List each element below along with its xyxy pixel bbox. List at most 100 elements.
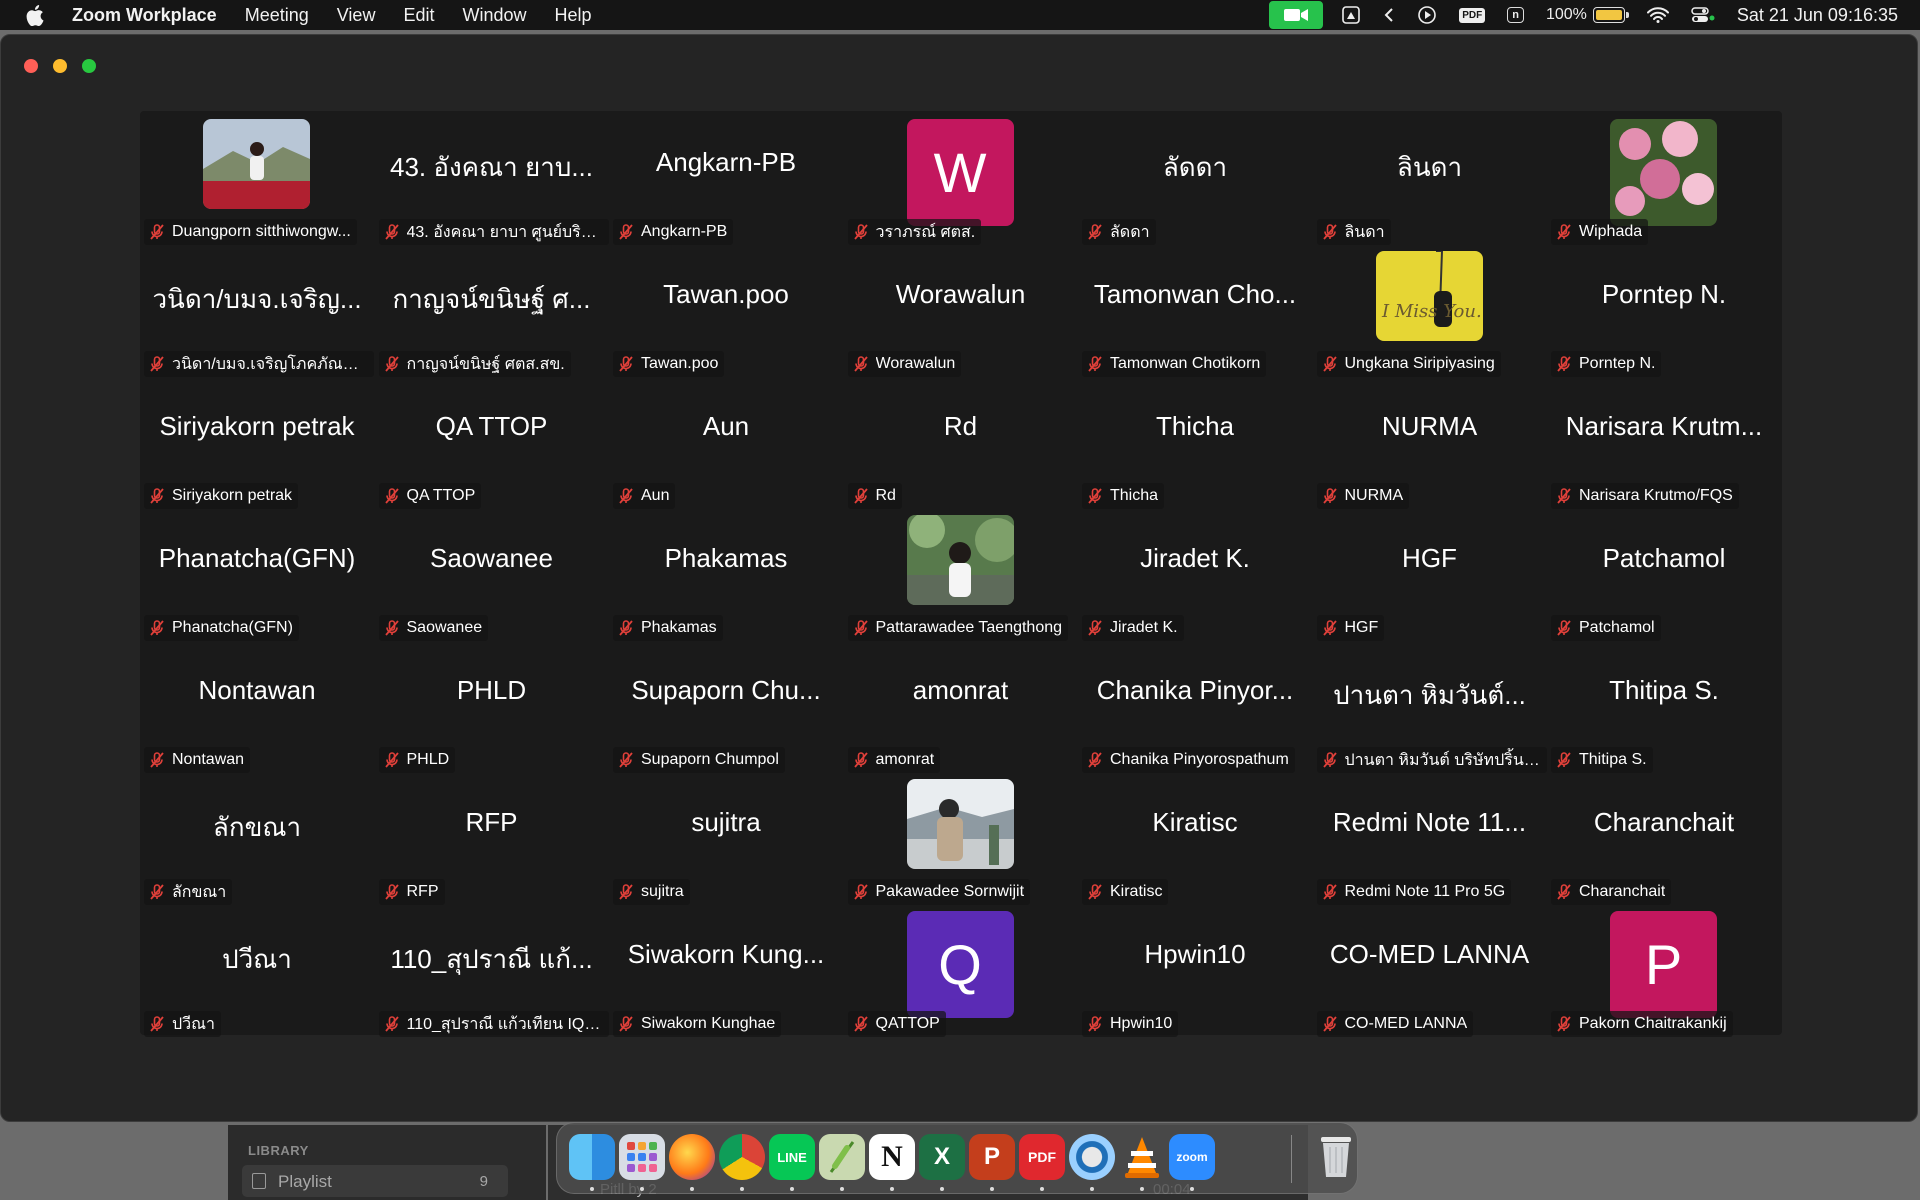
coppice-icon[interactable] xyxy=(819,1134,865,1180)
participant-tile[interactable]: ลัดดา ลัดดา xyxy=(1078,119,1312,251)
menu-help[interactable]: Help xyxy=(555,5,592,26)
participant-tile[interactable]: Siwakorn Kung... Siwakorn Kunghae xyxy=(609,911,843,1043)
participant-tile[interactable]: 110_สุปราณี แก้... 110_สุปราณี แก้วเทียน … xyxy=(375,911,609,1043)
minimize-window-button[interactable] xyxy=(53,59,67,73)
participant-name-label: Jiradet K. xyxy=(1082,615,1184,641)
participant-tile[interactable]: Tamonwan Cho... Tamonwan Chotikorn xyxy=(1078,251,1312,383)
firefox-icon[interactable] xyxy=(669,1134,715,1180)
participant-tile[interactable]: Phanatcha(GFN) Phanatcha(GFN) xyxy=(140,515,374,647)
menu-meeting[interactable]: Meeting xyxy=(245,5,309,26)
pdf-expert-icon[interactable]: PDF xyxy=(1019,1134,1065,1180)
participant-tile[interactable]: amonrat amonrat xyxy=(844,647,1078,779)
participant-tile[interactable]: sujitra sujitra xyxy=(609,779,843,911)
chrome-icon[interactable] xyxy=(719,1134,765,1180)
participant-tile[interactable]: Thitipa S. Thitipa S. xyxy=(1547,647,1781,779)
participant-name: ปานตา หิมวันต์ บริษัทปริ้นเ... xyxy=(1344,751,1541,769)
participant-name: CO-MED LANNA xyxy=(1344,1015,1468,1032)
participant-tile[interactable]: RFP RFP xyxy=(375,779,609,911)
vlc-icon[interactable] xyxy=(1119,1134,1165,1180)
menu-edit[interactable]: Edit xyxy=(403,5,434,26)
google-drive-icon[interactable] xyxy=(1341,0,1361,30)
playlist-item[interactable]: Playlist 9 xyxy=(242,1165,508,1197)
participant-tile[interactable]: CO-MED LANNA CO-MED LANNA xyxy=(1313,911,1547,1043)
participant-tile[interactable]: Worawalun Worawalun xyxy=(844,251,1078,383)
participant-tile[interactable]: Phakamas Phakamas xyxy=(609,515,843,647)
participant-tile[interactable]: QA TTOP QA TTOP xyxy=(375,383,609,515)
participant-tile[interactable]: Aun Aun xyxy=(609,383,843,515)
participant-tile[interactable]: Q QATTOP xyxy=(844,911,1078,1043)
participant-tile[interactable]: Hpwin10 Hpwin10 xyxy=(1078,911,1312,1043)
participant-tile[interactable]: Patchamol Patchamol xyxy=(1547,515,1781,647)
participant-name: Phakamas xyxy=(641,619,717,636)
participant-name-label: CO-MED LANNA xyxy=(1316,1011,1474,1037)
participant-tile[interactable]: Duangporn sitthiwongw... xyxy=(140,119,374,251)
participant-tile[interactable]: Jiradet K. Jiradet K. xyxy=(1078,515,1312,647)
participant-tile[interactable]: Charanchait Charanchait xyxy=(1547,779,1781,911)
participant-tile[interactable]: Kiratisc Kiratisc xyxy=(1078,779,1312,911)
menu-app-name[interactable]: Zoom Workplace xyxy=(72,5,217,26)
finder-icon[interactable] xyxy=(569,1134,615,1180)
zoom-icon[interactable]: zoom xyxy=(1169,1134,1215,1180)
trash-icon[interactable] xyxy=(1313,1134,1359,1180)
participant-tile[interactable]: ปวีณา ปวีณา xyxy=(140,911,374,1043)
n-icon[interactable]: n xyxy=(1507,0,1524,30)
participant-tile[interactable]: Supaporn Chu... Supaporn Chumpol xyxy=(609,647,843,779)
participant-tile[interactable]: Porntep N. Porntep N. xyxy=(1547,251,1781,383)
participant-name: Kiratisc xyxy=(1110,883,1163,900)
close-window-button[interactable] xyxy=(24,59,38,73)
participant-name-label: sujitra xyxy=(613,879,690,905)
muted-mic-icon xyxy=(1555,883,1573,901)
maximize-window-button[interactable] xyxy=(82,59,96,73)
pdf-expert-label: PDF xyxy=(1028,1149,1056,1165)
powerpoint-icon[interactable]: P xyxy=(969,1134,1015,1180)
participant-display-name: Narisara Krutm... xyxy=(1565,411,1763,441)
participant-tile[interactable]: Siriyakorn petrak Siriyakorn petrak xyxy=(140,383,374,515)
participant-tile[interactable]: ลักขณา ลักขณา xyxy=(140,779,374,911)
zoom-video-icon[interactable] xyxy=(1269,1,1324,29)
participant-name: Narisara Krutmo/FQS xyxy=(1579,487,1733,504)
participant-tile[interactable]: Tawan.poo Tawan.poo xyxy=(609,251,843,383)
apple-menu-icon[interactable] xyxy=(26,4,48,26)
quicktime-icon[interactable] xyxy=(1069,1134,1115,1180)
participant-name-label: Supaporn Chumpol xyxy=(613,747,785,773)
participant-tile[interactable]: NURMA NURMA xyxy=(1313,383,1547,515)
participant-tile[interactable]: Pattarawadee Taengthong xyxy=(844,515,1078,647)
participant-tile[interactable]: Pakawadee Sornwijit xyxy=(844,779,1078,911)
participant-tile[interactable]: Thicha Thicha xyxy=(1078,383,1312,515)
participant-tile[interactable]: 43. อังคณา ยาบ... 43. อังคณา ยาบา ศูนย์บร… xyxy=(375,119,609,251)
excel-icon[interactable]: X xyxy=(919,1134,965,1180)
battery-status[interactable]: 100% xyxy=(1546,0,1629,30)
participant-display-name: กาญจน์ขนิษฐ์ ศ... xyxy=(392,284,591,314)
participant-tile[interactable]: HGF HGF xyxy=(1313,515,1547,647)
participant-tile[interactable]: Narisara Krutm... Narisara Krutmo/FQS xyxy=(1547,383,1781,515)
menu-window[interactable]: Window xyxy=(462,5,526,26)
line-icon[interactable]: LINE xyxy=(769,1134,815,1180)
participant-tile[interactable]: Redmi Note 11... Redmi Note 11 Pro 5G xyxy=(1313,779,1547,911)
participant-tile[interactable]: I Miss You... Ungkana Siripiyasing xyxy=(1313,251,1547,383)
control-center-icon[interactable] xyxy=(1691,0,1715,30)
participant-tile[interactable]: กาญจน์ขนิษฐ์ ศ... กาญจน์ขนิษฐ์ ศตส.สข. xyxy=(375,251,609,383)
menu-view[interactable]: View xyxy=(337,5,376,26)
participant-tile[interactable]: Wiphada xyxy=(1547,119,1781,251)
participant-tile[interactable]: วนิดา/บมจ.เจริญ... วนิดา/บมจ.เจริญโภคภัณฑ… xyxy=(140,251,374,383)
participant-tile[interactable]: Rd Rd xyxy=(844,383,1078,515)
participant-name: sujitra xyxy=(641,883,684,900)
participant-tile[interactable]: Nontawan Nontawan xyxy=(140,647,374,779)
participant-tile[interactable]: ลินดา ลินดา xyxy=(1313,119,1547,251)
pdf-icon[interactable]: PDF xyxy=(1459,0,1486,30)
participant-tile[interactable]: ปานตา หิมวันต์... ปานตา หิมวันต์ บริษัทปร… xyxy=(1313,647,1547,779)
notion-icon[interactable]: N xyxy=(869,1134,915,1180)
participant-tile[interactable]: P Pakorn Chaitrakankij xyxy=(1547,911,1781,1043)
wifi-icon[interactable] xyxy=(1646,0,1669,30)
participant-tile[interactable]: Angkarn-PB Angkarn-PB xyxy=(609,119,843,251)
chevron-left-icon[interactable] xyxy=(1383,0,1395,30)
launchpad-icon[interactable] xyxy=(619,1134,665,1180)
participant-tile[interactable]: Chanika Pinyor... Chanika Pinyorospathum xyxy=(1078,647,1312,779)
participant-tile[interactable]: W วราภรณ์ ศตส. xyxy=(844,119,1078,251)
dock: LINE N X P PDF zoom xyxy=(556,1122,1358,1194)
participant-tile[interactable]: Saowanee Saowanee xyxy=(375,515,609,647)
play-circle-icon[interactable] xyxy=(1417,0,1437,30)
menu-clock[interactable]: Sat 21 Jun 09:16:35 xyxy=(1737,5,1898,26)
participant-tile[interactable]: PHLD PHLD xyxy=(375,647,609,779)
participant-display-name: Charanchait xyxy=(1593,807,1735,837)
